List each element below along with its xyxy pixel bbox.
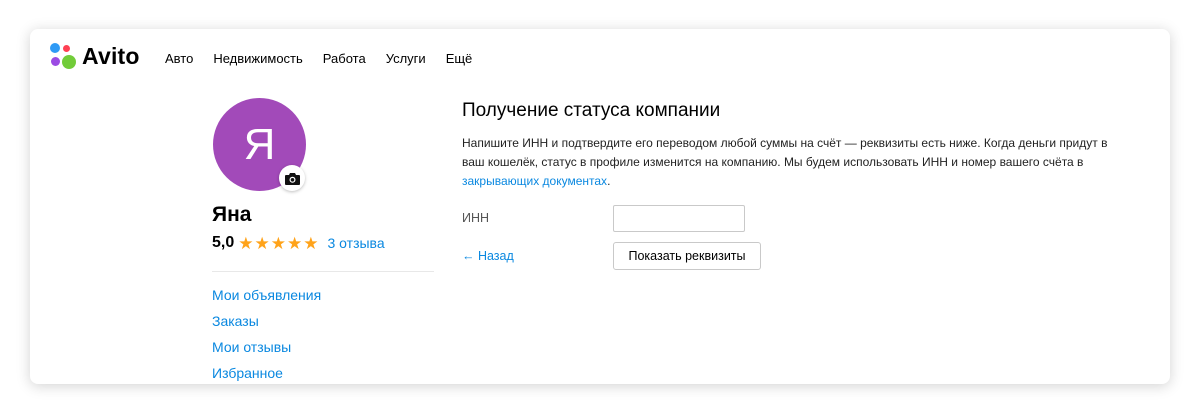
- sidebar-divider: [212, 271, 434, 272]
- rating-value: 5,0: [212, 234, 235, 251]
- sidebar-item-my-listings[interactable]: Мои объявления: [212, 285, 321, 311]
- app-window: Avito Авто Недвижимость Работа Услуги Ещ…: [30, 29, 1170, 384]
- logo-text: Avito: [82, 42, 140, 69]
- sidebar-menu: Мои объявления Заказы Мои отзывы Избранн…: [212, 285, 321, 384]
- sidebar-item-my-reviews[interactable]: Мои отзывы: [212, 337, 321, 363]
- star-icon: ★: [270, 233, 286, 253]
- description-prefix: Напишите ИНН и подтвердите его переводом…: [462, 136, 1108, 169]
- change-photo-button[interactable]: [279, 165, 305, 191]
- inn-label: ИНН: [462, 211, 490, 225]
- logo-dot-green: [62, 55, 76, 69]
- description-suffix: .: [607, 174, 611, 188]
- top-nav: Авто Недвижимость Работа Услуги Ещё: [165, 51, 492, 66]
- sidebar-item-favorites[interactable]: Избранное: [212, 363, 321, 384]
- logo-dot-blue: [50, 43, 60, 53]
- star-icon: ★: [287, 233, 303, 253]
- star-icon: ★: [238, 233, 254, 253]
- inn-input[interactable]: [613, 205, 745, 232]
- sidebar-item-orders[interactable]: Заказы: [212, 311, 321, 337]
- avito-logo[interactable]: Avito: [49, 41, 140, 71]
- logo-dot-purple: [51, 57, 60, 66]
- logo-dot-red: [63, 45, 70, 52]
- closing-documents-link[interactable]: закрывающих документах: [462, 174, 607, 188]
- nav-item-jobs[interactable]: Работа: [323, 51, 366, 66]
- logo-dots-icon: [49, 42, 77, 70]
- user-name: Яна: [212, 203, 252, 226]
- rating-stars: ★ ★ ★ ★ ★: [238, 235, 319, 252]
- rating-row: 5,0 ★ ★ ★ ★ ★ 3 отзыва: [212, 234, 385, 252]
- nav-item-realty[interactable]: Недвижимость: [213, 51, 302, 66]
- camera-icon: [284, 172, 300, 185]
- nav-item-services[interactable]: Услуги: [386, 51, 426, 66]
- star-icon: ★: [303, 233, 319, 253]
- description-text: Напишите ИНН и подтвердите его переводом…: [462, 134, 1122, 191]
- reviews-link[interactable]: 3 отзыва: [328, 235, 385, 251]
- star-icon: ★: [254, 233, 270, 253]
- nav-item-more[interactable]: Ещё: [446, 51, 473, 66]
- nav-item-auto[interactable]: Авто: [165, 51, 193, 66]
- back-link[interactable]: ← Назад: [462, 249, 514, 263]
- show-requisites-button[interactable]: Показать реквизиты: [613, 242, 761, 270]
- avatar-letter: Я: [243, 119, 276, 169]
- page-title: Получение статуса компании: [462, 100, 721, 121]
